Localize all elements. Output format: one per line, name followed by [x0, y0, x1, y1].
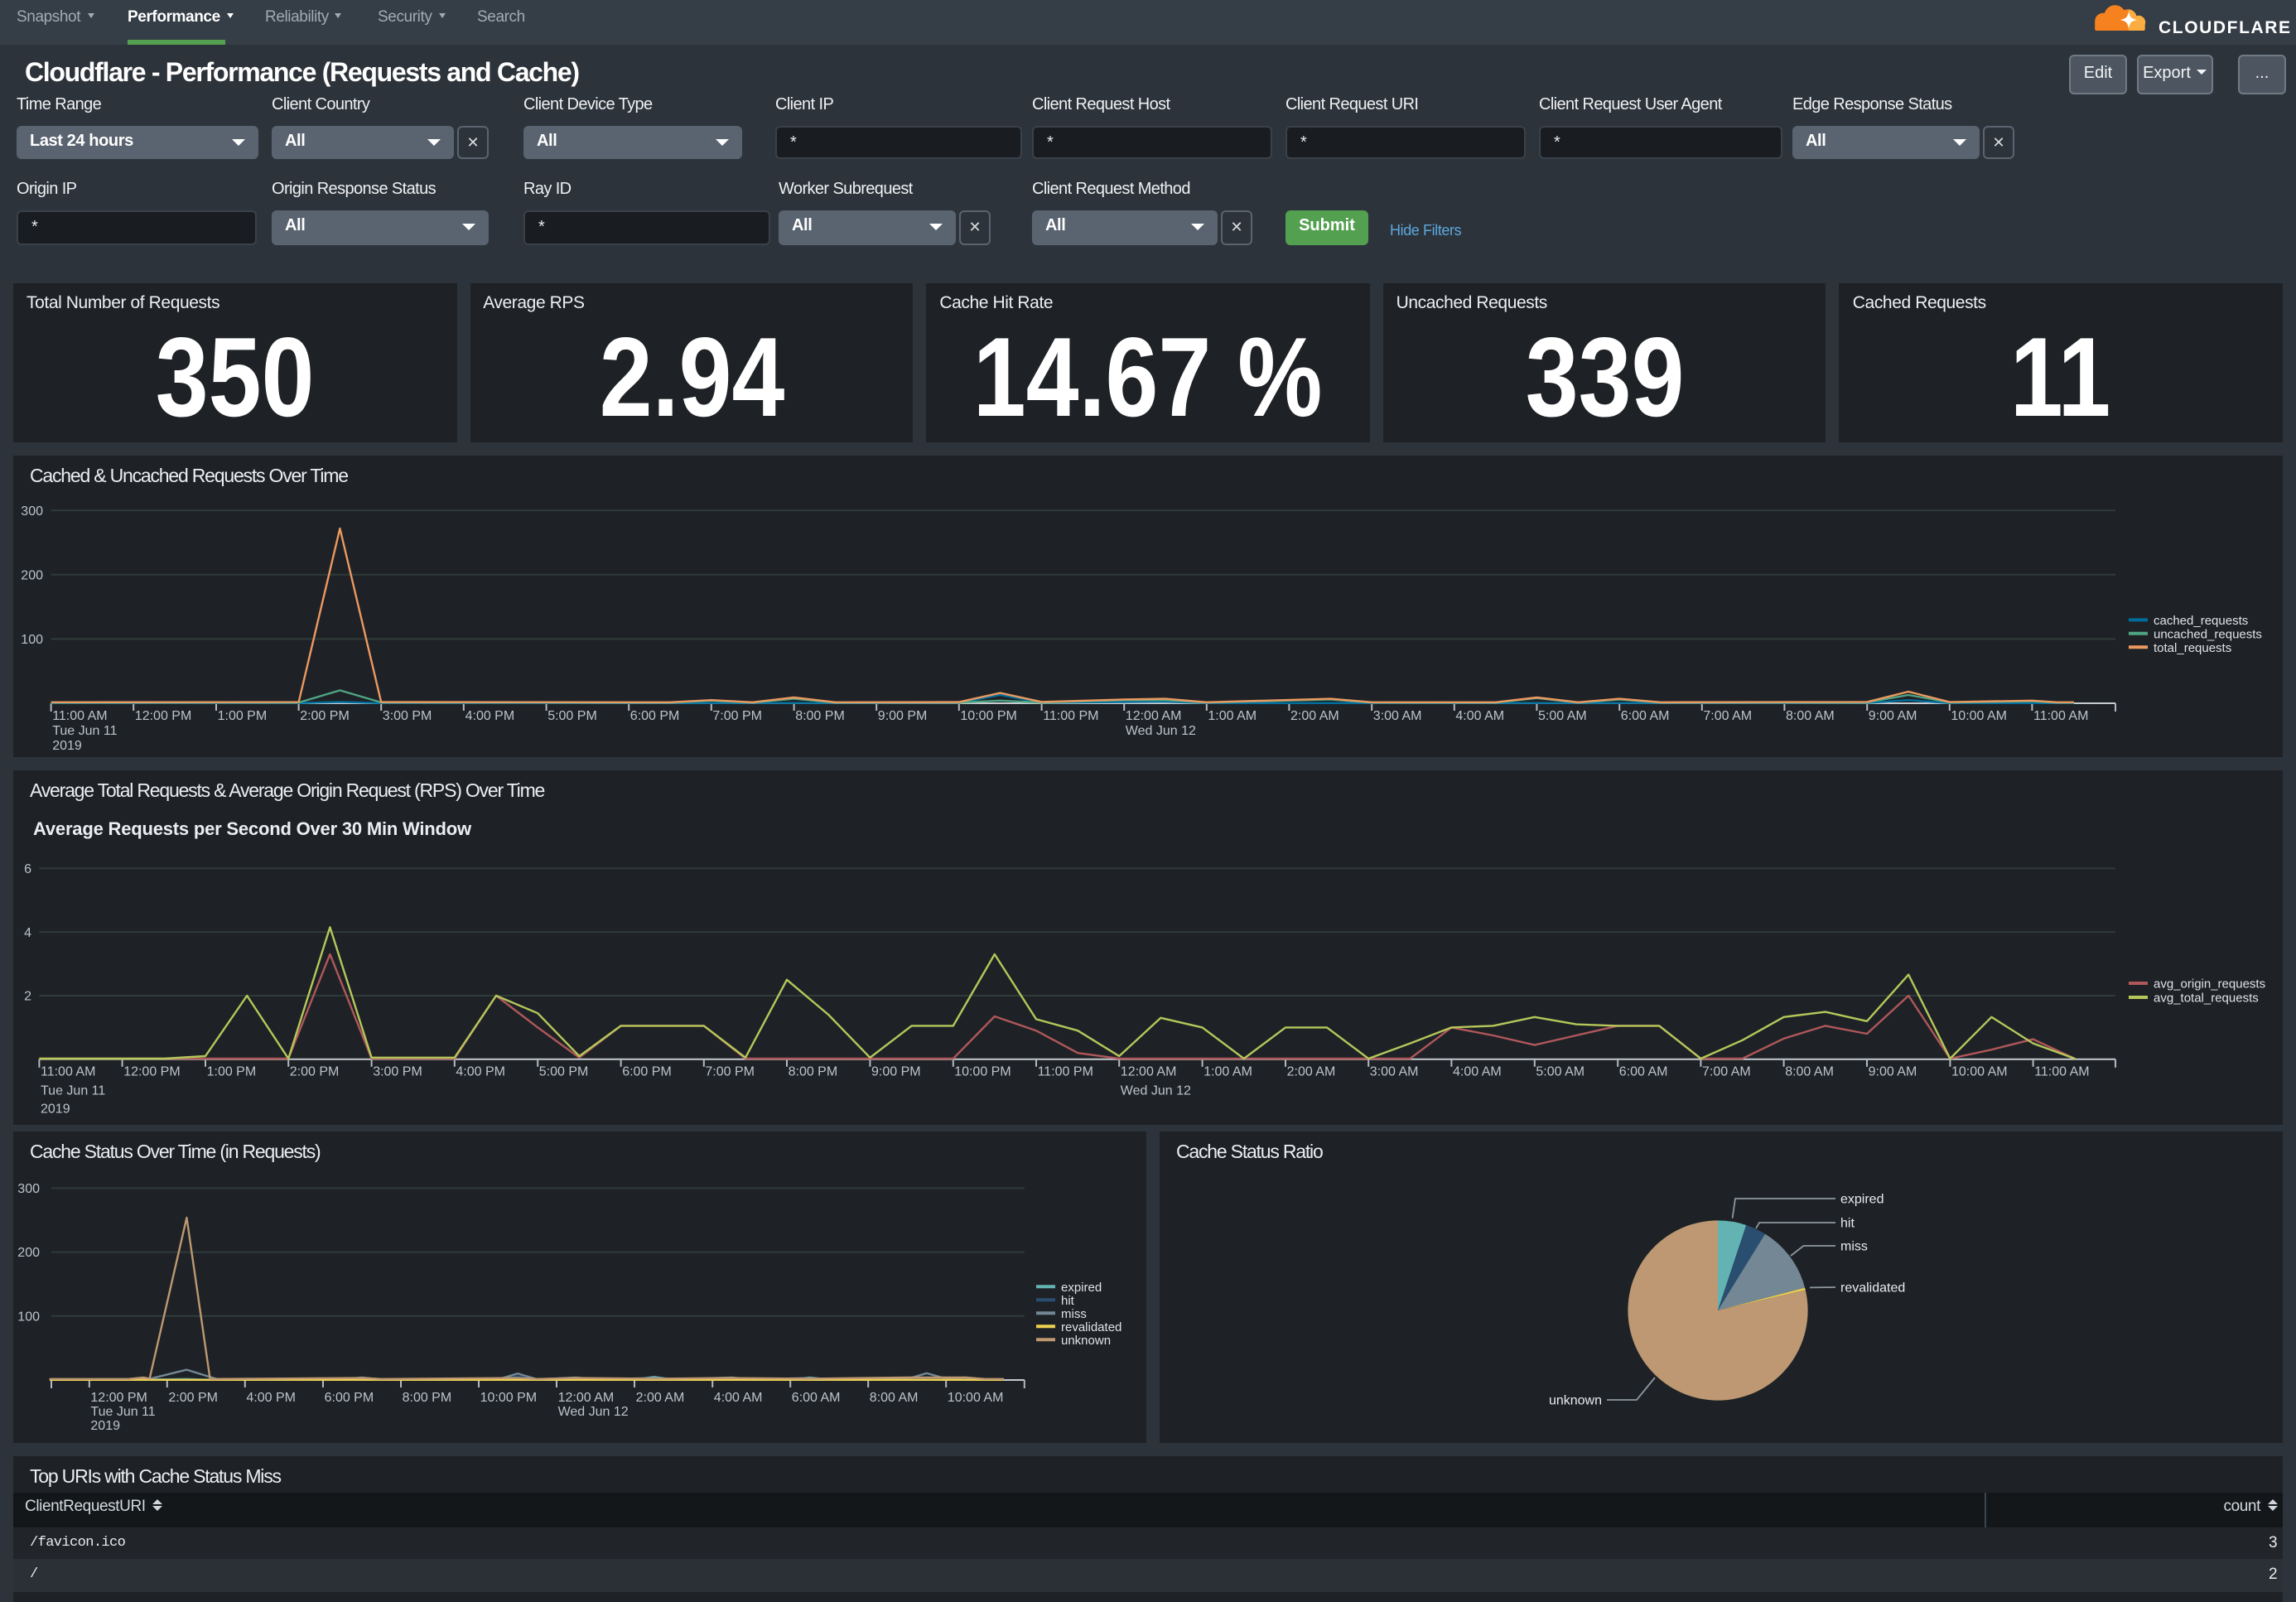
svg-text:8:00 AM: 8:00 AM: [1786, 709, 1835, 723]
svg-text:6:00 PM: 6:00 PM: [630, 709, 680, 723]
svg-text:11:00 AM: 11:00 AM: [41, 1065, 95, 1079]
svg-text:2:00 AM: 2:00 AM: [636, 1391, 685, 1405]
svg-text:unknown: unknown: [1061, 1334, 1111, 1348]
svg-text:10:00 PM: 10:00 PM: [960, 709, 1016, 723]
svg-text:3:00 PM: 3:00 PM: [383, 709, 432, 723]
svg-text:8:00 PM: 8:00 PM: [795, 709, 845, 723]
svg-text:11:00 AM: 11:00 AM: [52, 709, 107, 723]
svg-text:10:00 AM: 10:00 AM: [948, 1391, 1004, 1405]
svg-text:2019: 2019: [90, 1419, 120, 1433]
svg-text:2:00 PM: 2:00 PM: [300, 709, 350, 723]
svg-text:2:00 PM: 2:00 PM: [168, 1391, 218, 1405]
svg-text:revalidated: revalidated: [1061, 1320, 1121, 1334]
svg-text:Wed Jun 12: Wed Jun 12: [1121, 1084, 1191, 1098]
svg-text:Wed Jun 12: Wed Jun 12: [558, 1405, 629, 1419]
svg-text:12:00 PM: 12:00 PM: [135, 709, 191, 723]
svg-text:4:00 AM: 4:00 AM: [1455, 709, 1504, 723]
svg-text:5:00 PM: 5:00 PM: [539, 1065, 589, 1079]
svg-text:5:00 PM: 5:00 PM: [547, 709, 597, 723]
svg-text:100: 100: [17, 1310, 40, 1324]
svg-text:2:00 AM: 2:00 AM: [1290, 709, 1339, 723]
svg-text:unknown: unknown: [1549, 1394, 1602, 1408]
svg-text:3:00 AM: 3:00 AM: [1373, 709, 1422, 723]
svg-text:2: 2: [24, 990, 31, 1004]
svg-text:6:00 AM: 6:00 AM: [792, 1391, 841, 1405]
svg-text:1:00 AM: 1:00 AM: [1203, 1065, 1252, 1079]
svg-text:1:00 PM: 1:00 PM: [207, 1065, 257, 1079]
svg-text:11:00 AM: 11:00 AM: [2034, 1065, 2089, 1079]
svg-text:12:00 PM: 12:00 PM: [90, 1391, 147, 1405]
svg-text:7:00 AM: 7:00 AM: [1702, 1065, 1751, 1079]
svg-text:300: 300: [21, 504, 43, 519]
svg-text:8:00 PM: 8:00 PM: [789, 1065, 838, 1079]
svg-text:7:00 PM: 7:00 PM: [705, 1065, 755, 1079]
svg-text:10:00 PM: 10:00 PM: [480, 1391, 537, 1405]
svg-text:10:00 AM: 10:00 AM: [1951, 709, 2007, 723]
svg-text:9:00 AM: 9:00 AM: [1869, 709, 1917, 723]
svg-text:9:00 AM: 9:00 AM: [1869, 1065, 1917, 1079]
svg-text:6:00 AM: 6:00 AM: [1621, 709, 1670, 723]
svg-text:9:00 PM: 9:00 PM: [871, 1065, 921, 1079]
svg-text:revalidated: revalidated: [1840, 1281, 1905, 1296]
svg-text:12:00 PM: 12:00 PM: [123, 1065, 180, 1079]
svg-text:8:00 AM: 8:00 AM: [870, 1391, 919, 1405]
svg-text:11:00 PM: 11:00 PM: [1038, 1065, 1093, 1079]
svg-text:6:00 PM: 6:00 PM: [622, 1065, 672, 1079]
svg-text:2019: 2019: [41, 1103, 70, 1117]
svg-text:8:00 PM: 8:00 PM: [403, 1391, 452, 1405]
svg-text:4:00 PM: 4:00 PM: [456, 1065, 505, 1079]
svg-text:7:00 AM: 7:00 AM: [1703, 709, 1752, 723]
svg-text:1:00 PM: 1:00 PM: [218, 709, 268, 723]
svg-text:6: 6: [24, 862, 31, 876]
svg-text:6:00 PM: 6:00 PM: [325, 1391, 374, 1405]
svg-text:hit: hit: [1840, 1217, 1855, 1231]
svg-text:miss: miss: [1840, 1240, 1868, 1254]
svg-text:Tue Jun 11: Tue Jun 11: [52, 724, 117, 738]
svg-text:12:00 AM: 12:00 AM: [1121, 1065, 1177, 1079]
svg-text:100: 100: [21, 633, 43, 647]
svg-text:total_requests: total_requests: [2154, 641, 2231, 655]
svg-text:4:00 PM: 4:00 PM: [246, 1391, 296, 1405]
svg-text:8:00 AM: 8:00 AM: [1785, 1065, 1834, 1079]
svg-text:300: 300: [17, 1182, 40, 1196]
svg-text:3:00 PM: 3:00 PM: [373, 1065, 422, 1079]
svg-text:9:00 PM: 9:00 PM: [878, 709, 928, 723]
svg-text:Wed Jun 12: Wed Jun 12: [1126, 724, 1196, 738]
svg-text:expired: expired: [1061, 1281, 1102, 1295]
svg-text:miss: miss: [1061, 1307, 1087, 1321]
svg-text:12:00 AM: 12:00 AM: [558, 1391, 615, 1405]
svg-text:4:00 AM: 4:00 AM: [1453, 1065, 1502, 1079]
svg-text:200: 200: [17, 1246, 40, 1260]
svg-text:6:00 AM: 6:00 AM: [1619, 1065, 1668, 1079]
svg-text:10:00 PM: 10:00 PM: [954, 1065, 1011, 1079]
svg-text:4:00 PM: 4:00 PM: [465, 709, 515, 723]
svg-text:expired: expired: [1840, 1193, 1884, 1207]
svg-text:5:00 AM: 5:00 AM: [1536, 1065, 1585, 1079]
svg-text:cached_requests: cached_requests: [2154, 614, 2248, 628]
svg-text:Tue Jun 11: Tue Jun 11: [41, 1084, 105, 1098]
svg-text:2019: 2019: [52, 739, 82, 753]
svg-text:2:00 PM: 2:00 PM: [290, 1065, 340, 1079]
svg-text:10:00 AM: 10:00 AM: [1951, 1065, 2008, 1079]
svg-text:11:00 AM: 11:00 AM: [2033, 709, 2088, 723]
svg-text:5:00 AM: 5:00 AM: [1538, 709, 1587, 723]
svg-text:uncached_requests: uncached_requests: [2154, 627, 2262, 641]
svg-text:12:00 AM: 12:00 AM: [1126, 709, 1182, 723]
svg-text:3:00 AM: 3:00 AM: [1370, 1065, 1419, 1079]
svg-text:avg_origin_requests: avg_origin_requests: [2154, 977, 2265, 992]
svg-text:Tue Jun 11: Tue Jun 11: [90, 1405, 155, 1419]
svg-text:200: 200: [21, 568, 43, 582]
svg-text:hit: hit: [1061, 1294, 1075, 1308]
svg-text:7:00 PM: 7:00 PM: [712, 709, 762, 723]
svg-text:2:00 AM: 2:00 AM: [1287, 1065, 1336, 1079]
svg-text:4:00 AM: 4:00 AM: [714, 1391, 763, 1405]
svg-text:11:00 PM: 11:00 PM: [1043, 709, 1098, 723]
svg-text:1:00 AM: 1:00 AM: [1208, 709, 1257, 723]
svg-text:avg_total_requests: avg_total_requests: [2154, 992, 2259, 1006]
svg-text:4: 4: [24, 926, 31, 940]
